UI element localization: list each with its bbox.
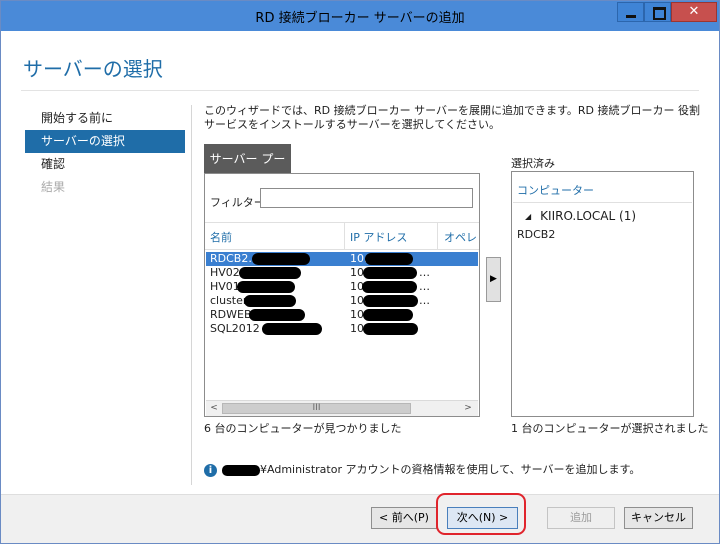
redaction-mark [244,295,296,307]
server-row-cluster[interactable]: cluster 10 … [206,294,478,308]
server-row-hv01[interactable]: HV01 10 … [206,280,478,294]
maximize-button[interactable] [644,2,671,22]
selected-server-item[interactable]: RDCB2 [517,228,555,241]
redaction-mark [363,267,417,279]
wizard-description: このウィザードでは、RD 接続ブローカー サーバーを展開に追加できます。RD 接… [204,104,700,131]
selected-label: 選択済み [511,157,555,170]
column-divider[interactable] [344,223,345,249]
server-name: cluster [210,294,248,307]
scrollbar-grip-icon: III [312,403,321,413]
redaction-mark [262,323,322,335]
filter-input[interactable] [260,188,473,208]
domain-group-label: KIIRO.LOCAL (1) [540,209,637,223]
server-row-rdcb2[interactable]: RDCB2. 10. [206,252,478,266]
server-name: RDCB2. [210,252,252,265]
annotation-highlight [436,493,526,535]
redaction-mark [365,253,413,265]
collapse-triangle-icon[interactable]: ◢ [525,212,531,221]
wizard-nav: 開始する前に サーバーの選択 確認 結果 [25,107,185,199]
maximize-icon [653,7,666,20]
nav-item-before-you-begin[interactable]: 開始する前に [25,107,185,130]
redaction-mark [252,253,310,265]
redaction-mark [363,309,413,321]
redaction-mark [237,281,295,293]
domain-group[interactable]: ◢ KIIRO.LOCAL (1) [525,209,636,223]
tab-server-pool[interactable]: サーバー プール [204,144,291,196]
credentials-info: i ¥Administrator アカウントの資格情報を使用して、サーバーを追加し… [204,461,640,477]
header-divider [21,90,699,91]
server-pool-panel: フィルター: 名前 IP アドレス オペレー RDCB2. 10. HV02 1… [204,173,480,417]
selected-servers-panel: コンピューター ◢ KIIRO.LOCAL (1) RDCB2 [511,171,694,417]
server-row-rdweb[interactable]: RDWEB 10 [206,308,478,322]
add-to-selected-button[interactable]: ▶ [486,257,501,302]
close-button[interactable]: ✕ [671,2,717,22]
scroll-left-icon[interactable]: < [207,402,221,415]
close-icon: ✕ [688,4,700,19]
wizard-window: RD 接続ブローカー サーバーの追加 ✕ サーバーの選択 開始する前に サーバー… [0,0,720,544]
nav-item-results: 結果 [41,180,66,194]
server-name: RDWEB [210,308,252,321]
add-button: 追加 [547,507,615,529]
truncation-ellipsis: … [419,266,430,279]
page-title: サーバーの選択 [23,57,163,81]
nav-item-confirmation[interactable]: 確認 [25,153,185,176]
selected-header-divider [513,202,692,203]
selected-count-text: 1 台のコンピューターが選択されました [511,422,709,435]
scroll-right-icon[interactable]: > [461,402,475,415]
server-row-hv02[interactable]: HV02 10 … [206,266,478,280]
nav-item-server-selection[interactable]: サーバーの選択 [25,130,185,153]
server-ip: 10 [350,294,364,307]
redaction-mark [363,323,418,335]
scrollbar-thumb[interactable]: III [222,403,411,414]
credentials-info-text: ¥Administrator アカウントの資格情報を使用して、サーバーを追加しま… [260,463,641,476]
redaction-mark [363,295,418,307]
server-ip: 10 [350,308,364,321]
previous-button[interactable]: < 前へ(P) [371,507,437,529]
cancel-button[interactable]: キャンセル [624,507,693,529]
redaction-mark [239,267,301,279]
server-name: HV02 [210,266,240,279]
window-title: RD 接続ブローカー サーバーの追加 [255,11,465,26]
column-header-name[interactable]: 名前 [210,229,232,245]
info-icon: i [204,463,217,477]
title-bar: RD 接続ブローカー サーバーの追加 ✕ [1,1,719,31]
found-count-text: 6 台のコンピューターが見つかりました [204,422,402,435]
server-name: SQL2012 [210,322,260,335]
minimize-icon [626,15,636,18]
nav-divider [191,105,192,485]
redaction-mark [249,309,305,321]
server-ip: 10 [350,266,364,279]
horizontal-scrollbar[interactable]: < III > [206,400,478,416]
column-divider[interactable] [437,223,438,249]
truncation-ellipsis: … [419,280,430,293]
server-name: HV01 [210,280,240,293]
server-ip: 10 [350,322,364,335]
server-grid-header: 名前 IP アドレス オペレー [205,222,479,260]
redaction-mark [362,281,417,293]
truncation-ellipsis: … [419,294,430,307]
server-row-sql2012[interactable]: SQL2012 10 [206,322,478,336]
minimize-button[interactable] [617,2,644,22]
arrow-right-icon: ▶ [490,274,497,284]
column-header-computer[interactable]: コンピューター [517,182,594,198]
redaction-mark [222,464,260,476]
column-header-ip-address[interactable]: IP アドレス [350,229,407,245]
